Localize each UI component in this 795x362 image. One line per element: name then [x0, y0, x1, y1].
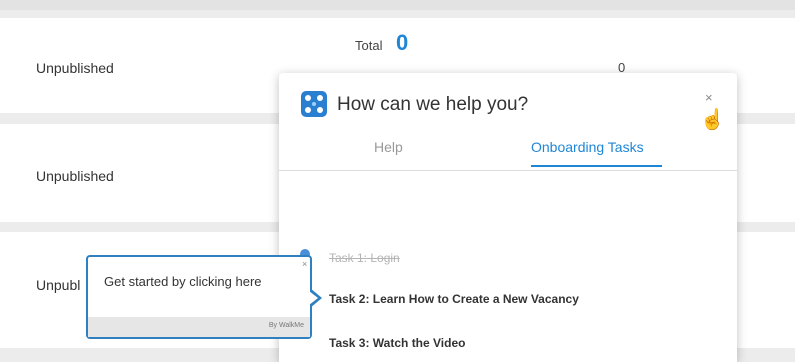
row-status: Unpublished	[36, 60, 114, 76]
task-item[interactable]: Task 2: Learn How to Create a New Vacanc…	[329, 292, 579, 306]
help-panel: How can we help you? × ☝ Help Onboarding…	[279, 73, 737, 362]
tooltip-footer: By WalkMe	[88, 317, 310, 337]
total-label: Total	[355, 38, 383, 53]
task-item[interactable]: Task 1: Login	[329, 251, 400, 265]
help-title: How can we help you?	[337, 94, 529, 115]
close-icon[interactable]: ×	[302, 259, 307, 269]
tooltip-brand: By WalkMe	[268, 322, 304, 329]
tooltip-text: Get started by clicking here	[104, 274, 262, 289]
total-value: 0	[396, 30, 409, 55]
close-icon[interactable]: ×	[705, 90, 713, 105]
row-status: Unpublished	[36, 168, 114, 184]
task-item[interactable]: Task 3: Watch the Video	[329, 336, 465, 350]
hand-pointer-icon: ☝	[700, 109, 725, 131]
top-strip	[0, 0, 795, 10]
walkme-logo-icon	[301, 91, 327, 117]
row-status: Unpubl	[36, 277, 81, 293]
tabs-divider	[279, 170, 737, 171]
tooltip-pointer-arrow-inner	[309, 291, 318, 305]
walkme-tooltip[interactable]: Get started by clicking here × By WalkMe	[86, 255, 312, 339]
tab-onboarding-tasks[interactable]: Onboarding Tasks	[531, 139, 644, 155]
tab-help[interactable]: Help	[374, 139, 403, 155]
active-tab-indicator	[531, 165, 662, 167]
